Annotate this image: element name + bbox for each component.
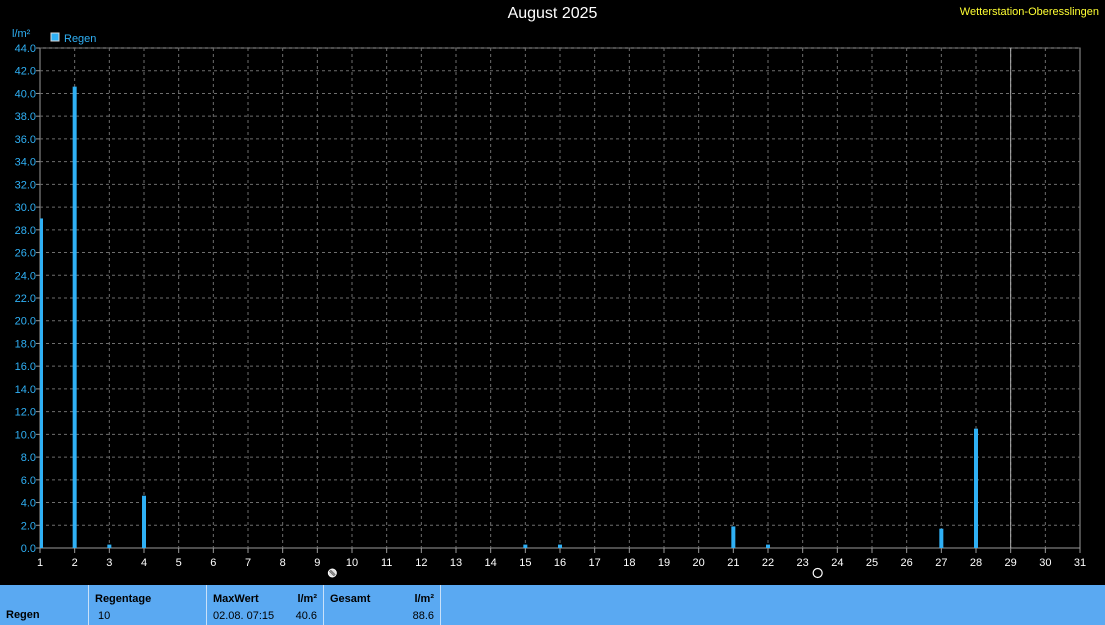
footer-maxwert-cell: MaxWert l/m² 02.08. 07:15 40.6: [206, 585, 323, 625]
x-tick-label: 28: [970, 557, 982, 569]
x-tick-label: 4: [141, 557, 147, 569]
maxwert-time: 02.08. 07:15: [213, 610, 275, 622]
x-tick-label: 9: [314, 557, 320, 569]
rain-bar: [974, 428, 978, 548]
regentage-label: Regentage: [95, 593, 152, 605]
y-tick-label: 40.0: [15, 88, 36, 100]
x-tick-label: 10: [346, 557, 358, 569]
x-tick-label: 6: [210, 557, 216, 569]
y-tick-label: 44.0: [15, 43, 36, 55]
x-tick-label: 12: [415, 557, 427, 569]
rain-bar: [558, 544, 562, 548]
x-tick-label: 30: [1039, 557, 1051, 569]
y-tick-label: 22.0: [15, 293, 36, 305]
y-tick-label: 24.0: [15, 270, 36, 282]
y-tick-label: 18.0: [15, 338, 36, 350]
x-tick-label: 26: [901, 557, 913, 569]
full-moon-icon: [327, 568, 337, 578]
new-moon-icon: [812, 567, 823, 579]
x-tick-label: 19: [658, 557, 670, 569]
x-tick-label: 27: [935, 557, 947, 569]
y-tick-label: 8.0: [21, 452, 36, 464]
x-tick-label: 31: [1074, 557, 1086, 569]
rain-bar: [523, 544, 528, 548]
legend-swatch: [50, 32, 60, 42]
gesamt-label: Gesamt: [330, 593, 371, 605]
x-tick-label: 24: [831, 557, 843, 569]
x-tick-label: 3: [106, 557, 112, 569]
y-tick-label: 42.0: [15, 66, 36, 78]
rain-bar: [107, 544, 112, 548]
y-tick-label: 10.0: [15, 429, 36, 441]
y-tick-label: 2.0: [21, 520, 36, 532]
legend-label: Regen: [64, 33, 96, 45]
gesamt-value: 88.6: [412, 610, 434, 622]
y-tick-label: 14.0: [15, 384, 36, 396]
rain-chart: 0.0 2.0 4.0 6.0 8.0 10.0 12.0 14.0 16.0 18.0 20.0 2…: [12, 28, 1086, 579]
maxwert-value: 40.6: [295, 610, 317, 622]
x-tick-label: 7: [245, 557, 251, 569]
y-axis-unit: l/m²: [12, 28, 31, 40]
x-tick-label: 21: [727, 557, 739, 569]
x-tick-label: 5: [176, 557, 182, 569]
y-tick-label: 26.0: [15, 248, 36, 260]
y-tick-label: 34.0: [15, 157, 36, 169]
y-tick-label: 28.0: [15, 225, 36, 237]
rain-bar: [142, 495, 146, 548]
x-tick-label: 29: [1005, 557, 1017, 569]
footer-row-label: Regen: [6, 609, 40, 621]
footer-gesamt-cell: Gesamt l/m² 88.6: [323, 585, 441, 625]
y-tick-label: 30.0: [15, 202, 36, 214]
summary-footer: Regen Regentage 10 MaxWert l/m² 02.08. 0…: [0, 585, 1105, 625]
footer-row-label-cell: Regen: [0, 585, 88, 625]
x-tick-label: 1: [37, 557, 43, 569]
footer-regentage-cell: Regentage 10: [88, 585, 206, 625]
regentage-value: 10: [98, 610, 111, 622]
gesamt-unit: l/m²: [414, 593, 434, 605]
x-tick-label: 16: [554, 557, 566, 569]
rain-bar: [939, 528, 944, 548]
y-tick-label: 38.0: [15, 111, 36, 123]
y-tick-label: 16.0: [15, 361, 36, 373]
y-tick-label: 0.0: [21, 543, 36, 555]
x-tick-label: 23: [797, 557, 809, 569]
x-tick-label: 20: [693, 557, 705, 569]
maxwert-unit: l/m²: [297, 593, 317, 605]
y-tick-label: 36.0: [15, 134, 36, 146]
x-tick-label: 2: [72, 557, 78, 569]
y-tick-label: 32.0: [15, 179, 36, 191]
x-tick-label: 14: [485, 557, 497, 569]
x-tick-label: 17: [589, 557, 601, 569]
x-tick-label: 15: [519, 557, 531, 569]
rain-bar: [40, 218, 43, 549]
y-tick-label: 6.0: [21, 475, 36, 487]
x-tick-label: 8: [280, 557, 286, 569]
x-tick-label: 11: [381, 557, 392, 569]
y-tick-label: 4.0: [21, 498, 36, 510]
y-tick-label: 12.0: [15, 407, 36, 419]
rain-bar: [731, 526, 736, 548]
x-tick-label: 13: [450, 557, 462, 569]
rain-bar: [72, 86, 77, 549]
rain-bar: [766, 544, 770, 548]
x-tick-label: 18: [623, 557, 635, 569]
x-tick-label: 22: [762, 557, 774, 569]
y-tick-label: 20.0: [15, 316, 36, 328]
maxwert-label: MaxWert: [213, 593, 259, 605]
x-tick-label: 25: [866, 557, 878, 569]
